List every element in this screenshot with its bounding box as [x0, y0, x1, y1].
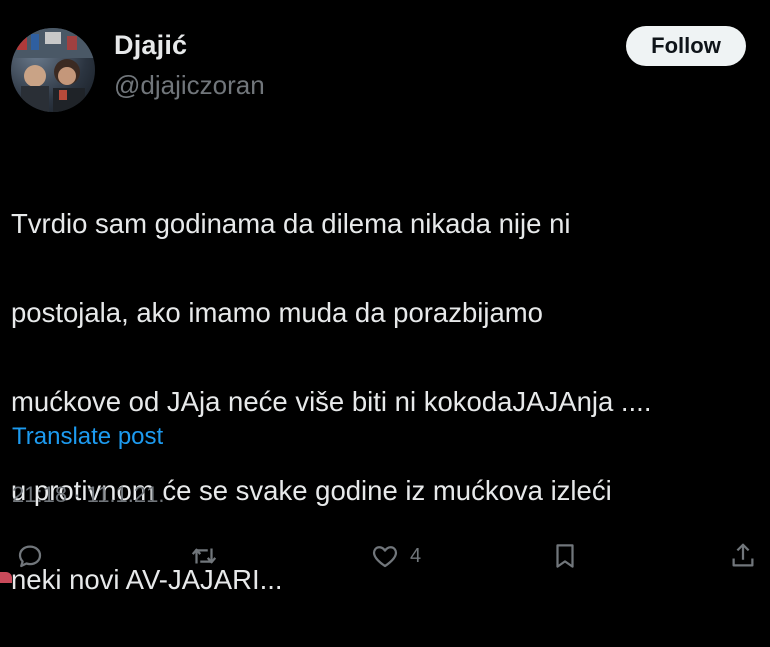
like-button[interactable]: 4	[370, 536, 421, 576]
avatar-photo	[11, 28, 95, 112]
repost-button[interactable]	[189, 536, 219, 576]
reply-icon	[18, 545, 42, 568]
repost-icon	[191, 548, 217, 564]
author-display-name[interactable]: Djajić	[114, 30, 187, 61]
tweet-line: Tvrdio sam godinama da dilema nikada nij…	[11, 207, 571, 239]
reply-button[interactable]	[15, 536, 45, 576]
tweet-line: mućkove od JAja neće više biti ni kokoda…	[11, 385, 652, 417]
share-button[interactable]	[728, 536, 758, 576]
post-timestamp[interactable]: 21:18 · 11.1.21.	[12, 482, 165, 508]
action-bar: 4	[0, 536, 770, 576]
tweet-line: postojala, ako imamo muda da porazbijamo	[11, 296, 543, 328]
bookmark-icon	[556, 544, 574, 568]
corner-decoration	[0, 572, 12, 583]
bookmark-button[interactable]	[550, 536, 580, 576]
avatar[interactable]	[11, 28, 95, 112]
heart-icon	[372, 546, 398, 568]
share-icon	[732, 543, 754, 567]
follow-button[interactable]: Follow	[626, 26, 746, 66]
author-handle[interactable]: @djajiczoran	[114, 70, 265, 101]
translate-post-link[interactable]: Translate post	[12, 423, 163, 451]
like-count: 4	[410, 544, 422, 567]
